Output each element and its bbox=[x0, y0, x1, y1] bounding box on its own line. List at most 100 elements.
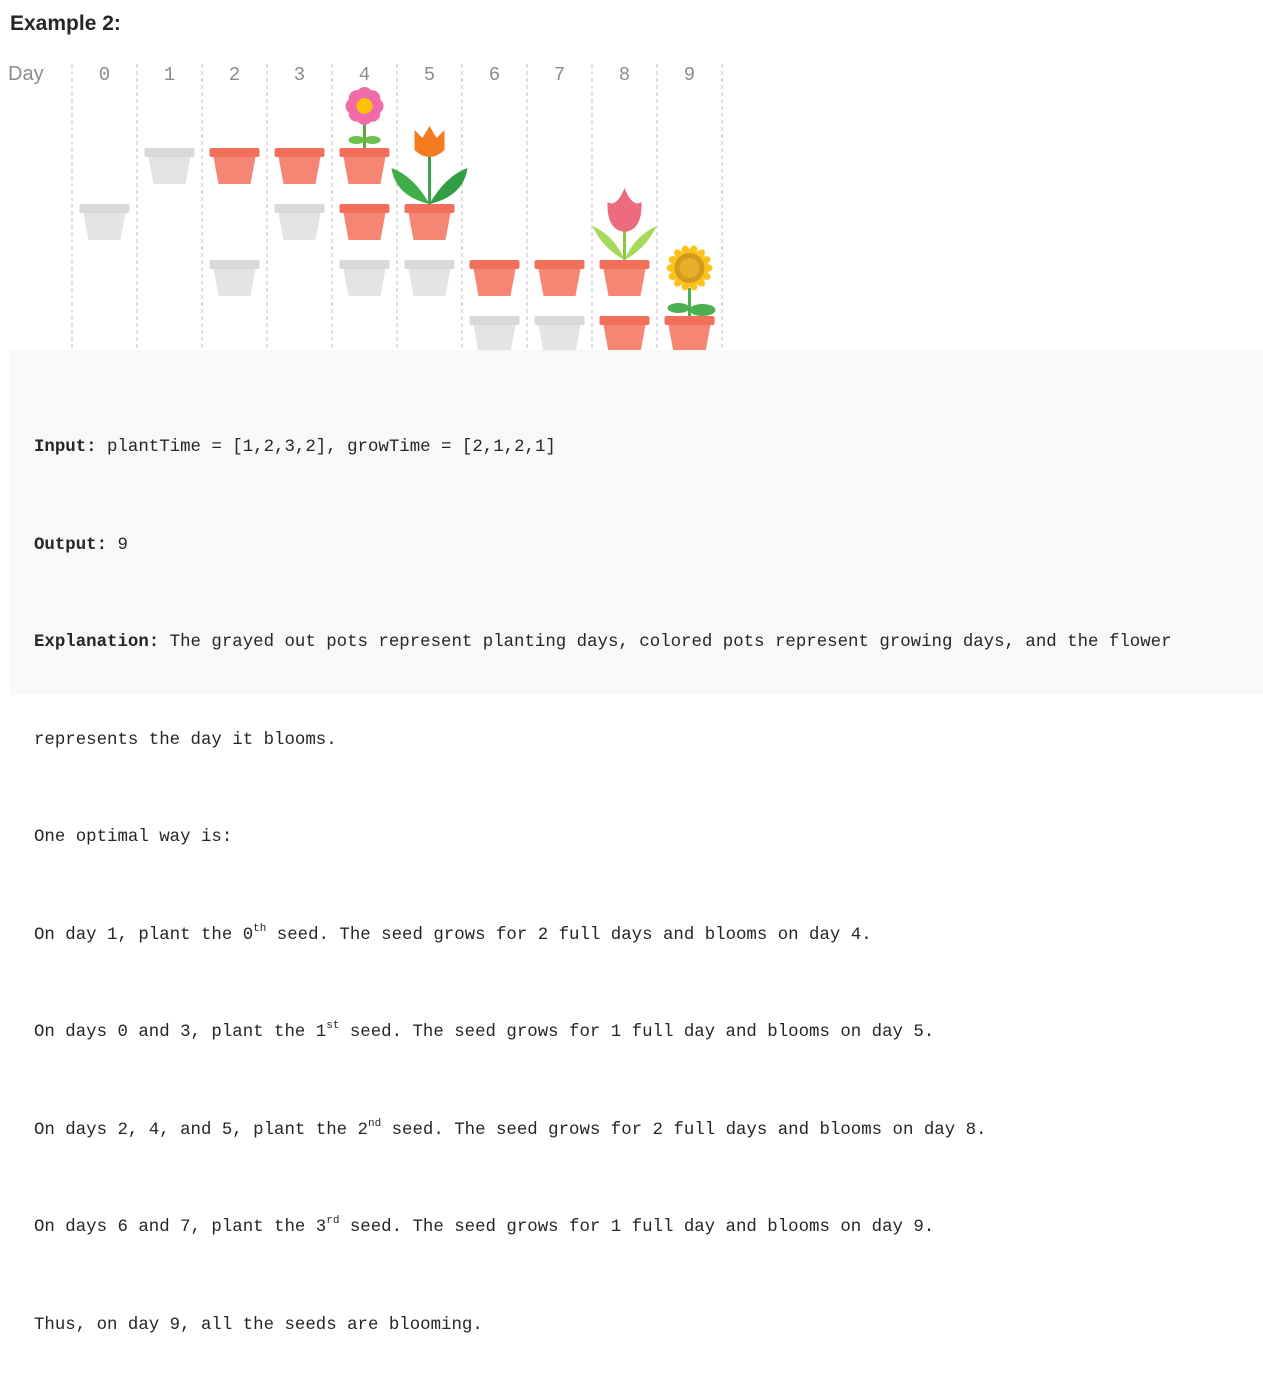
example-code-block: Input: plantTime = [1,2,3,2], growTime =… bbox=[10, 350, 1263, 1335]
growing-pot bbox=[274, 148, 325, 184]
seed-2-ordinal: nd bbox=[367, 1117, 382, 1130]
pot-body bbox=[343, 213, 386, 240]
pot-body bbox=[473, 325, 516, 350]
pink-tulip-flower bbox=[592, 188, 657, 260]
pot-body bbox=[278, 213, 321, 240]
pot-rim bbox=[209, 148, 260, 157]
input-line: Input: plantTime = [1,2,3,2], growTime =… bbox=[34, 432, 1263, 465]
day-tick-label: 1 bbox=[164, 64, 175, 86]
pot-rim bbox=[339, 204, 390, 213]
seed-3-ordinal: rd bbox=[326, 1215, 340, 1227]
orange-tulip-flower bbox=[391, 126, 468, 204]
flower-leaf bbox=[348, 136, 365, 144]
pot-rim bbox=[469, 260, 520, 269]
planting-pot bbox=[339, 260, 390, 296]
pot-body bbox=[538, 269, 581, 296]
output-line: Output: 9 bbox=[34, 530, 1263, 563]
conclusion-line: Thus, on day 9, all the seeds are bloomi… bbox=[34, 1315, 483, 1335]
day-tick-label: 2 bbox=[229, 64, 240, 86]
pot-rim bbox=[339, 260, 390, 269]
seed-1-text-b: seed. The seed grows for 1 full day and … bbox=[339, 1023, 935, 1042]
growing-pot bbox=[339, 204, 390, 240]
pot-body bbox=[538, 325, 581, 350]
flower-center bbox=[356, 98, 373, 114]
growing-pot bbox=[404, 204, 455, 240]
day-tick-label: 7 bbox=[554, 64, 565, 86]
input-label: Input: bbox=[34, 438, 97, 457]
pot-body bbox=[603, 269, 646, 296]
pot-body bbox=[148, 157, 191, 184]
growing-pot bbox=[534, 260, 585, 296]
pot-body bbox=[213, 157, 256, 184]
day-tick-label: 8 bbox=[619, 64, 630, 86]
seed-1-ordinal: st bbox=[326, 1020, 340, 1032]
day-tick-label: 0 bbox=[99, 64, 110, 86]
flower-leaf bbox=[592, 226, 625, 260]
pot-rim bbox=[534, 260, 585, 269]
pot-body bbox=[83, 213, 126, 240]
flower-bloom bbox=[414, 126, 445, 157]
day-tick-label: 4 bbox=[359, 64, 370, 86]
pot-body bbox=[408, 269, 451, 296]
pot-body bbox=[278, 157, 321, 184]
pot-rim bbox=[534, 316, 585, 325]
pot-rim bbox=[274, 148, 325, 157]
seed-3-text-a: On days 6 and 7, plant the 3 bbox=[34, 1218, 327, 1237]
planting-schedule-figure: Day 0 1 2 3 4 5 6 7 8 9 bbox=[0, 56, 730, 350]
planting-pot bbox=[209, 260, 260, 296]
growing-pot bbox=[209, 148, 260, 184]
pot-rim bbox=[599, 316, 650, 325]
planting-schedule-chart: Day 0 1 2 3 4 5 6 7 8 9 bbox=[8, 63, 723, 350]
pot-body bbox=[668, 325, 711, 350]
seed-2-text-a: On days 2, 4, and 5, plant the 2 bbox=[34, 1120, 368, 1140]
input-value: plantTime = [1,2,3,2], growTime = [2,1,2… bbox=[96, 438, 556, 457]
pot-rim bbox=[274, 204, 325, 213]
pot-rim bbox=[469, 316, 520, 325]
planting-pot bbox=[144, 148, 195, 184]
planting-pot bbox=[79, 204, 130, 240]
flower-leaf bbox=[667, 303, 690, 313]
flower-leaf bbox=[624, 226, 657, 260]
day-tick-label: 9 bbox=[684, 64, 695, 86]
sunflower-flower bbox=[666, 245, 716, 316]
flower-leaf bbox=[689, 304, 716, 316]
growing-pot bbox=[664, 316, 715, 350]
planting-pot bbox=[274, 204, 325, 240]
growing-pot bbox=[469, 260, 520, 296]
output-value: 9 bbox=[107, 535, 128, 555]
planting-pot bbox=[469, 316, 520, 350]
pot-body bbox=[213, 269, 256, 296]
explanation-label: Explanation: bbox=[34, 633, 160, 652]
seed-0-text-a: On day 1, plant the 0 bbox=[34, 925, 254, 945]
output-label: Output: bbox=[34, 535, 108, 555]
planting-pot bbox=[534, 316, 585, 350]
day-tick-label: 5 bbox=[424, 64, 435, 86]
day-axis-label: Day bbox=[8, 63, 44, 85]
seed-3-text-b: seed. The seed grows for 1 full day and … bbox=[339, 1218, 935, 1237]
pot-body bbox=[603, 325, 646, 350]
seed-2-line: On days 2, 4, and 5, plant the 2nd seed.… bbox=[34, 1115, 1263, 1148]
pot-rim bbox=[79, 204, 130, 213]
pot-rim bbox=[404, 204, 455, 213]
pot-rim bbox=[209, 260, 260, 269]
seed-1-line: On days 0 and 3, plant the 1st seed. The… bbox=[34, 1017, 1263, 1050]
flower-leaf bbox=[364, 136, 381, 144]
example-heading: Example 2: bbox=[10, 12, 121, 35]
seed-2-text-b: seed. The seed grows for 2 full days and… bbox=[381, 1120, 987, 1140]
pot-body bbox=[343, 157, 386, 184]
day-tick-label: 3 bbox=[294, 64, 305, 86]
pot-body bbox=[408, 213, 451, 240]
planting-pot bbox=[404, 260, 455, 296]
pot-rim bbox=[599, 260, 650, 269]
growing-pot bbox=[599, 316, 650, 350]
pot-body bbox=[343, 269, 386, 296]
explanation-text: The grayed out pots represent planting d… bbox=[159, 633, 1172, 652]
growing-pot bbox=[599, 260, 650, 296]
seed-0-line: On day 1, plant the 0th seed. The seed g… bbox=[34, 920, 1263, 953]
pot-rim bbox=[339, 148, 390, 157]
explanation-continued-line: represents the day it blooms. bbox=[34, 730, 337, 750]
growing-pot bbox=[339, 148, 390, 184]
optimal-way-line: One optimal way is: bbox=[34, 828, 233, 847]
pot-rim bbox=[664, 316, 715, 325]
seed-0-text-b: seed. The seed grows for 2 full days and… bbox=[266, 925, 872, 945]
